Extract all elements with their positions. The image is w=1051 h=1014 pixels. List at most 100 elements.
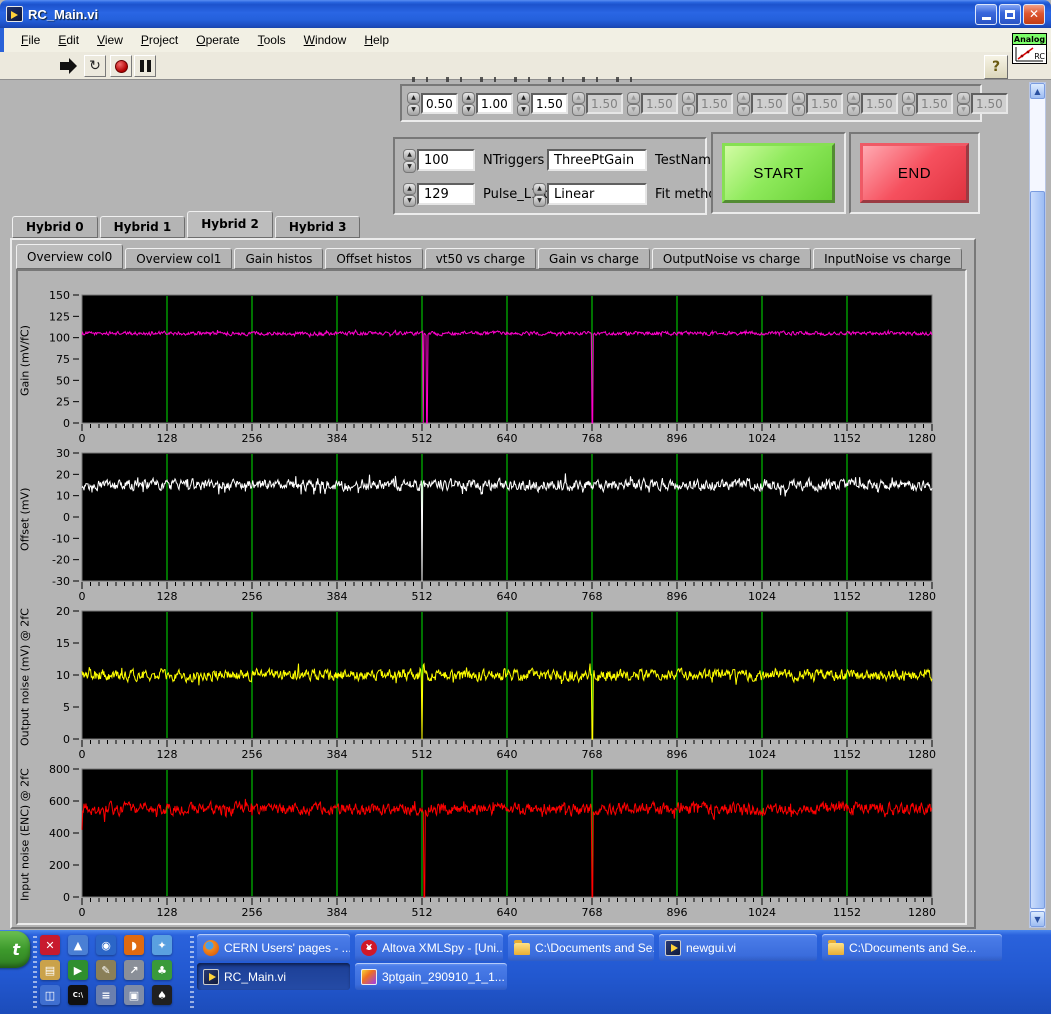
- quicklaunch-separator: [190, 936, 194, 1008]
- menu-view[interactable]: View: [88, 30, 132, 50]
- vi-connector-icon[interactable]: Analog RC: [1012, 33, 1047, 64]
- tab-hybrid-2[interactable]: Hybrid 2: [187, 211, 273, 238]
- media-tool-icon[interactable]: ▶: [68, 960, 88, 980]
- pulse-delay-stepper[interactable]: ▲▼: [403, 183, 416, 205]
- menu-tools[interactable]: Tools: [249, 30, 295, 50]
- menu-operate[interactable]: Operate: [187, 30, 248, 50]
- testname-field[interactable]: ThreePtGain: [547, 149, 647, 171]
- taskbar-button-newgui-vi[interactable]: newgui.vi: [659, 934, 817, 961]
- xmlspy-icon: [361, 940, 377, 956]
- tab-outputnoise-vs-charge[interactable]: OutputNoise vs charge: [652, 248, 811, 269]
- view-tab-strip: Overview col0Overview col1Gain histosOff…: [16, 244, 964, 269]
- taskbar-button-rc-main-vi[interactable]: RC_Main.vi: [197, 963, 350, 990]
- tab-vt50-vs-charge[interactable]: vt50 vs charge: [425, 248, 536, 269]
- menu-project[interactable]: Project: [132, 30, 187, 50]
- gain-chart-plot[interactable]: 0255075100125150012825638451264076889610…: [32, 291, 938, 443]
- messenger-icon[interactable]: ✦: [152, 935, 172, 955]
- pulse-height-2[interactable]: ▲▼1.50: [517, 92, 568, 114]
- scroll-up-icon[interactable]: ▲: [1030, 83, 1045, 99]
- pulse-height-1[interactable]: ▲▼1.00: [462, 92, 513, 114]
- tab-gain-histos[interactable]: Gain histos: [234, 248, 323, 269]
- stepper-icon[interactable]: ▲▼: [407, 92, 420, 114]
- run-button[interactable]: [58, 55, 80, 77]
- taskbar-button-c-documents-and-se[interactable]: C:\Documents and Se...: [508, 934, 654, 961]
- tree-app-icon[interactable]: ♣: [152, 960, 172, 980]
- scheduler-icon[interactable]: ◫: [40, 985, 60, 1005]
- notepad-icon[interactable]: ✎: [96, 960, 116, 980]
- pulse-height-value[interactable]: 1.50: [806, 93, 843, 114]
- taskbar-button-altova-xmlspy-uni[interactable]: Altova XMLSpy - [Uni...: [355, 934, 503, 961]
- close-button[interactable]: ✕: [1023, 4, 1045, 25]
- pulse-height-value[interactable]: 1.50: [696, 93, 733, 114]
- pulse-height-value[interactable]: 1.50: [531, 93, 568, 114]
- start-button[interactable]: START: [722, 143, 835, 203]
- stepper-icon[interactable]: ▲▼: [462, 92, 475, 114]
- ntriggers-stepper[interactable]: ▲▼: [403, 149, 416, 171]
- pulse-height-value[interactable]: 1.50: [861, 93, 898, 114]
- stepper-icon[interactable]: ▲▼: [627, 92, 640, 114]
- network-places-icon[interactable]: ≡: [96, 985, 116, 1005]
- tab-gain-vs-charge[interactable]: Gain vs charge: [538, 248, 650, 269]
- start-menu-button[interactable]: t: [0, 931, 30, 968]
- tab-overview-col1[interactable]: Overview col1: [125, 248, 232, 269]
- graduation-icon[interactable]: ♠: [152, 985, 172, 1005]
- ntriggers-field[interactable]: 100: [417, 149, 475, 171]
- stepper-icon[interactable]: ▲▼: [792, 92, 805, 114]
- menu-file[interactable]: File: [12, 30, 49, 50]
- stepper-icon[interactable]: ▲▼: [572, 92, 585, 114]
- pulse-height-value[interactable]: 1.50: [971, 93, 1008, 114]
- tab-overview-col0[interactable]: Overview col0: [16, 244, 123, 269]
- remote-pc-icon[interactable]: ↗: [124, 960, 144, 980]
- maximize-button[interactable]: [999, 4, 1021, 25]
- winscp-icon[interactable]: ▲: [68, 935, 88, 955]
- tab-hybrid-0[interactable]: Hybrid 0: [12, 216, 98, 238]
- panel-scrollbar[interactable]: ▲ ▼: [1029, 82, 1046, 928]
- vi-toolbar: ↻: [0, 52, 1051, 80]
- stepper-icon[interactable]: ▲▼: [682, 92, 695, 114]
- menu-edit[interactable]: Edit: [49, 30, 88, 50]
- command-prompt-icon[interactable]: C:\: [68, 985, 88, 1005]
- tab-offset-histos[interactable]: Offset histos: [325, 248, 422, 269]
- pulse-height-value[interactable]: 1.50: [751, 93, 788, 114]
- pulse-height-value[interactable]: 1.50: [586, 93, 623, 114]
- globe-browser-icon[interactable]: ◉: [96, 935, 116, 955]
- stepper-icon[interactable]: ▲▼: [737, 92, 750, 114]
- minimize-button[interactable]: [975, 4, 997, 25]
- firefox-quick-icon[interactable]: ◗: [124, 935, 144, 955]
- pulse-delay-field[interactable]: 129: [417, 183, 475, 205]
- pause-button[interactable]: [134, 55, 156, 77]
- stepper-icon[interactable]: ▲▼: [847, 92, 860, 114]
- taskbar-button-3ptgain-290910-1-1[interactable]: 3ptgain_290910_1_1...: [355, 963, 507, 990]
- offset-chart-plot[interactable]: -30-20-100102030012825638451264076889610…: [32, 449, 938, 601]
- stepper-icon[interactable]: ▲▼: [517, 92, 530, 114]
- stepper-icon[interactable]: ▲▼: [957, 92, 970, 114]
- xmlspy-quick-icon[interactable]: ✕: [40, 935, 60, 955]
- fit-method-stepper[interactable]: ▲▼: [533, 183, 546, 205]
- pulse-height-value[interactable]: 1.50: [641, 93, 678, 114]
- input-noise-chart-plot[interactable]: 0200400600800012825638451264076889610241…: [32, 765, 938, 917]
- end-button[interactable]: END: [860, 143, 969, 203]
- run-continuous-button[interactable]: ↻: [84, 55, 106, 77]
- printer-folder-icon[interactable]: ▤: [40, 960, 60, 980]
- pulse-height-value[interactable]: 1.50: [916, 93, 953, 114]
- output-noise-chart-plot[interactable]: 0510152001282563845126407688961024115212…: [32, 607, 938, 759]
- tab-inputnoise-vs-charge[interactable]: InputNoise vs charge: [813, 248, 962, 269]
- pulse-height-value[interactable]: 1.00: [476, 93, 513, 114]
- stepper-icon[interactable]: ▲▼: [902, 92, 915, 114]
- start-menu-label-fragment: t: [12, 940, 20, 959]
- menu-window[interactable]: Window: [295, 30, 356, 50]
- pulse-height-value[interactable]: 0.50: [421, 93, 458, 114]
- taskbar-button-c-documents-and-se[interactable]: C:\Documents and Se...: [822, 934, 1002, 961]
- tab-hybrid-1[interactable]: Hybrid 1: [100, 216, 186, 238]
- pulse-height-0[interactable]: ▲▼0.50: [407, 92, 458, 114]
- scroll-down-icon[interactable]: ▼: [1030, 911, 1045, 927]
- menu-help[interactable]: Help: [355, 30, 398, 50]
- taskbar-button-cern-users-pages[interactable]: CERN Users' pages - ...: [197, 934, 350, 961]
- tab-hybrid-3[interactable]: Hybrid 3: [275, 216, 361, 238]
- context-help-button[interactable]: ?: [984, 55, 1008, 79]
- abort-button[interactable]: [110, 55, 132, 77]
- document-pc-icon[interactable]: ▣: [124, 985, 144, 1005]
- svg-text:1024: 1024: [748, 906, 776, 917]
- scrollbar-thumb[interactable]: [1030, 191, 1045, 909]
- fit-method-field[interactable]: Linear: [547, 183, 647, 205]
